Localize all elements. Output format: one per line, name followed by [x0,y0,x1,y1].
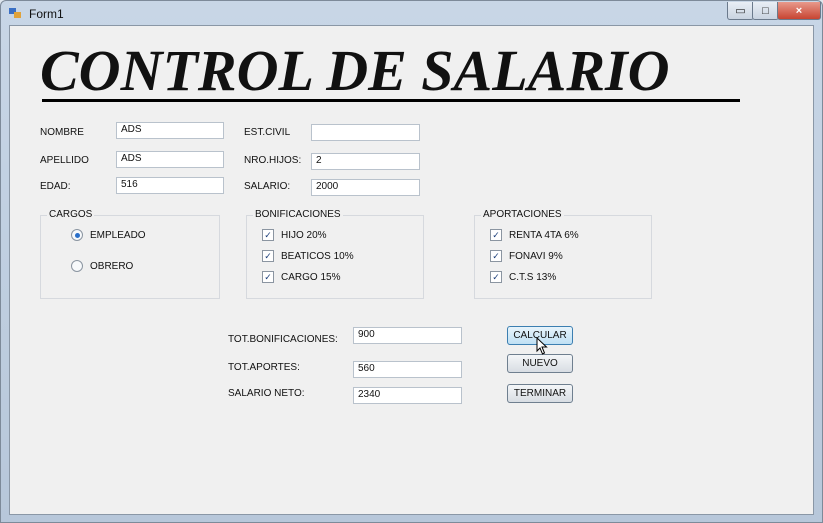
window-title: Form1 [29,7,64,21]
check-hijo-label: HIJO 20% [281,229,327,241]
edad-input[interactable]: 516 [116,177,224,194]
checkbox-checked-icon: ✓ [490,229,502,241]
nrohijos-input[interactable]: 2 [311,153,420,170]
check-cargo-label: CARGO 15% [281,271,341,283]
app-icon [9,8,21,18]
radio-empleado[interactable]: EMPLEADO [71,229,146,241]
check-fonavi[interactable]: ✓ FONAVI 9% [490,250,563,262]
edad-label: EDAD: [40,181,71,192]
aportaciones-group: APORTACIONES ✓ RENTA 4TA 6% ✓ FONAVI 9% … [474,209,652,299]
apellido-label: APELLIDO [40,155,89,166]
app-window: Form1 ▭ □ × CONTROL DE SALARIO NOMBRE AD… [0,0,823,523]
title-bar[interactable]: Form1 ▭ □ × [1,1,822,25]
check-beaticos[interactable]: ✓ BEATICOS 10% [262,250,354,262]
check-renta[interactable]: ✓ RENTA 4TA 6% [490,229,579,241]
check-cts[interactable]: ✓ C.T.S 13% [490,271,556,283]
radio-unselected-icon [71,260,83,272]
tot-aportes-label: TOT.APORTES: [228,362,300,373]
salario-neto-input[interactable]: 2340 [353,387,462,404]
estcivil-label: EST.CIVIL [244,127,291,138]
checkbox-checked-icon: ✓ [262,271,274,283]
tot-bonificaciones-input[interactable]: 900 [353,327,462,344]
checkbox-checked-icon: ✓ [490,271,502,283]
close-icon: × [795,4,803,17]
check-beaticos-label: BEATICOS 10% [281,250,354,262]
nrohijos-label: NRO.HIJOS: [244,155,302,166]
terminar-button[interactable]: TERMINAR [507,384,573,403]
tot-aportes-input[interactable]: 560 [353,361,462,378]
close-button[interactable]: × [777,2,821,20]
nuevo-button[interactable]: NUEVO [507,354,573,373]
radio-obrero-label: OBRERO [90,260,134,272]
radio-selected-icon [71,229,83,241]
check-hijo[interactable]: ✓ HIJO 20% [262,229,327,241]
apellido-input[interactable]: ADS [116,151,224,168]
salario-neto-label: SALARIO NETO: [228,388,305,399]
check-cts-label: C.T.S 13% [509,271,557,283]
mouse-pointer-icon [536,337,548,355]
checkbox-checked-icon: ✓ [490,250,502,262]
cargos-title: CARGOS [47,209,95,220]
title-underline [42,99,740,102]
radio-empleado-label: EMPLEADO [90,229,146,241]
tot-bonificaciones-label: TOT.BONIFICACIONES: [228,334,338,345]
check-cargo[interactable]: ✓ CARGO 15% [262,271,340,283]
maximize-icon: □ [762,4,769,17]
maximize-button[interactable]: □ [752,2,779,20]
bonificaciones-group: BONIFICACIONES ✓ HIJO 20% ✓ BEATICOS 10%… [246,209,424,299]
minimize-icon: ▭ [735,5,746,17]
check-renta-label: RENTA 4TA 6% [509,229,579,241]
check-fonavi-label: FONAVI 9% [509,250,563,262]
radio-obrero[interactable]: OBRERO [71,260,133,272]
form-client-area: CONTROL DE SALARIO NOMBRE ADS APELLIDO A… [9,25,814,515]
cargos-group: CARGOS EMPLEADO OBRERO [40,209,220,299]
estcivil-input[interactable] [311,124,420,141]
salario-label: SALARIO: [244,181,291,192]
bonificaciones-title: BONIFICACIONES [253,209,343,220]
aportaciones-title: APORTACIONES [481,209,564,220]
page-title: CONTROL DE SALARIO [40,38,670,103]
salario-input[interactable]: 2000 [311,179,420,196]
nombre-input[interactable]: ADS [116,122,224,139]
checkbox-checked-icon: ✓ [262,229,274,241]
checkbox-checked-icon: ✓ [262,250,274,262]
nombre-label: NOMBRE [40,127,84,138]
minimize-button[interactable]: ▭ [727,2,754,20]
